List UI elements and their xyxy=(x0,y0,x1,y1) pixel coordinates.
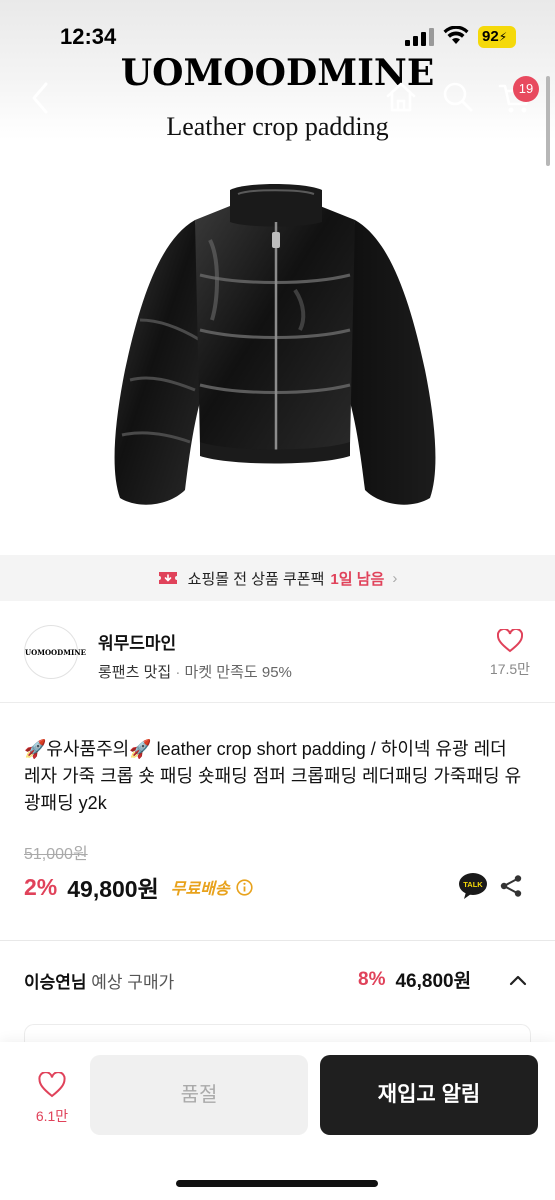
home-indicator xyxy=(176,1180,378,1187)
restock-alert-button[interactable]: 재입고 알림 xyxy=(320,1055,538,1135)
shop-tag-separator: · xyxy=(175,664,181,681)
product-title: 🚀유사품주의🚀 leather crop short padding / 하이넥… xyxy=(24,739,522,813)
coupon-banner-text: 쇼핑몰 전 상품 쿠폰팩 xyxy=(187,570,325,588)
home-icon[interactable] xyxy=(384,80,418,114)
sale-price: 49,800원 xyxy=(67,876,159,902)
expected-discount: 8% xyxy=(358,968,386,990)
expected-price: 46,800원 xyxy=(395,971,472,992)
wifi-icon xyxy=(443,26,469,44)
coupon-banner[interactable]: 쇼핑몰 전 상품 쿠폰팩 1일 남음 › xyxy=(0,555,555,601)
product-like-count: 6.1만 xyxy=(35,1108,69,1124)
coupon-remaining: 1일 남음 xyxy=(330,570,385,588)
product-image-area[interactable]: 12:34 92⚡ UOMOODMINE Leather crop paddin… xyxy=(0,0,555,555)
chevron-up-icon[interactable] xyxy=(508,973,528,987)
scroll-indicator xyxy=(546,76,550,166)
signal-icon xyxy=(405,28,434,46)
expected-price-label: 이승연님 예상 구매가 xyxy=(24,968,174,993)
status-time: 12:34 xyxy=(60,24,117,49)
chevron-left-icon[interactable] xyxy=(26,80,56,116)
battery-indicator: 92⚡ xyxy=(478,26,516,48)
chevron-right-icon: › xyxy=(392,569,398,587)
shop-name[interactable]: 워무드마인 xyxy=(98,629,176,654)
info-icon[interactable] xyxy=(236,878,253,896)
section-divider xyxy=(0,940,555,941)
shop-avatar[interactable]: UOMOODMINE xyxy=(24,625,86,679)
heart-icon[interactable] xyxy=(497,629,523,653)
sold-out-button[interactable]: 품절 xyxy=(90,1055,308,1135)
cart-badge: 19 xyxy=(513,76,539,102)
discount-rate: 2% xyxy=(24,873,58,900)
share-icon[interactable] xyxy=(499,874,523,898)
heart-icon[interactable] xyxy=(38,1072,66,1098)
ticket-icon xyxy=(158,572,177,584)
shop-like-count: 17.5만 xyxy=(489,661,531,677)
product-image-caption: Leather crop padding xyxy=(166,112,389,141)
user-name: 이승연님 xyxy=(24,973,87,992)
product-photo-jacket[interactable] xyxy=(100,180,450,510)
kakaotalk-icon[interactable]: TALK xyxy=(458,872,488,900)
price-row: 2% 49,800원 무료배송 xyxy=(24,870,253,904)
shop-info-row[interactable]: UOMOODMINE 워무드마인 롱팬츠 맛집 · 마켓 만족도 95% 17.… xyxy=(0,601,555,703)
expected-price-caption: 예상 구매가 xyxy=(91,973,175,992)
search-icon[interactable] xyxy=(441,80,475,114)
svg-text:TALK: TALK xyxy=(463,880,483,889)
free-shipping-label: 무료배송 xyxy=(170,881,230,898)
bottom-action-bar: 6.1만 품절 재입고 알림 xyxy=(0,1042,555,1200)
shop-tagline: 롱팬츠 맛집 · 마켓 만족도 95% xyxy=(98,661,292,682)
expected-price-value: 8% 46,800원 xyxy=(358,966,471,993)
original-price: 51,000원 xyxy=(24,846,88,863)
shop-satisfaction: 마켓 만족도 95% xyxy=(184,664,292,681)
shop-tag: 롱팬츠 맛집 xyxy=(98,664,172,681)
